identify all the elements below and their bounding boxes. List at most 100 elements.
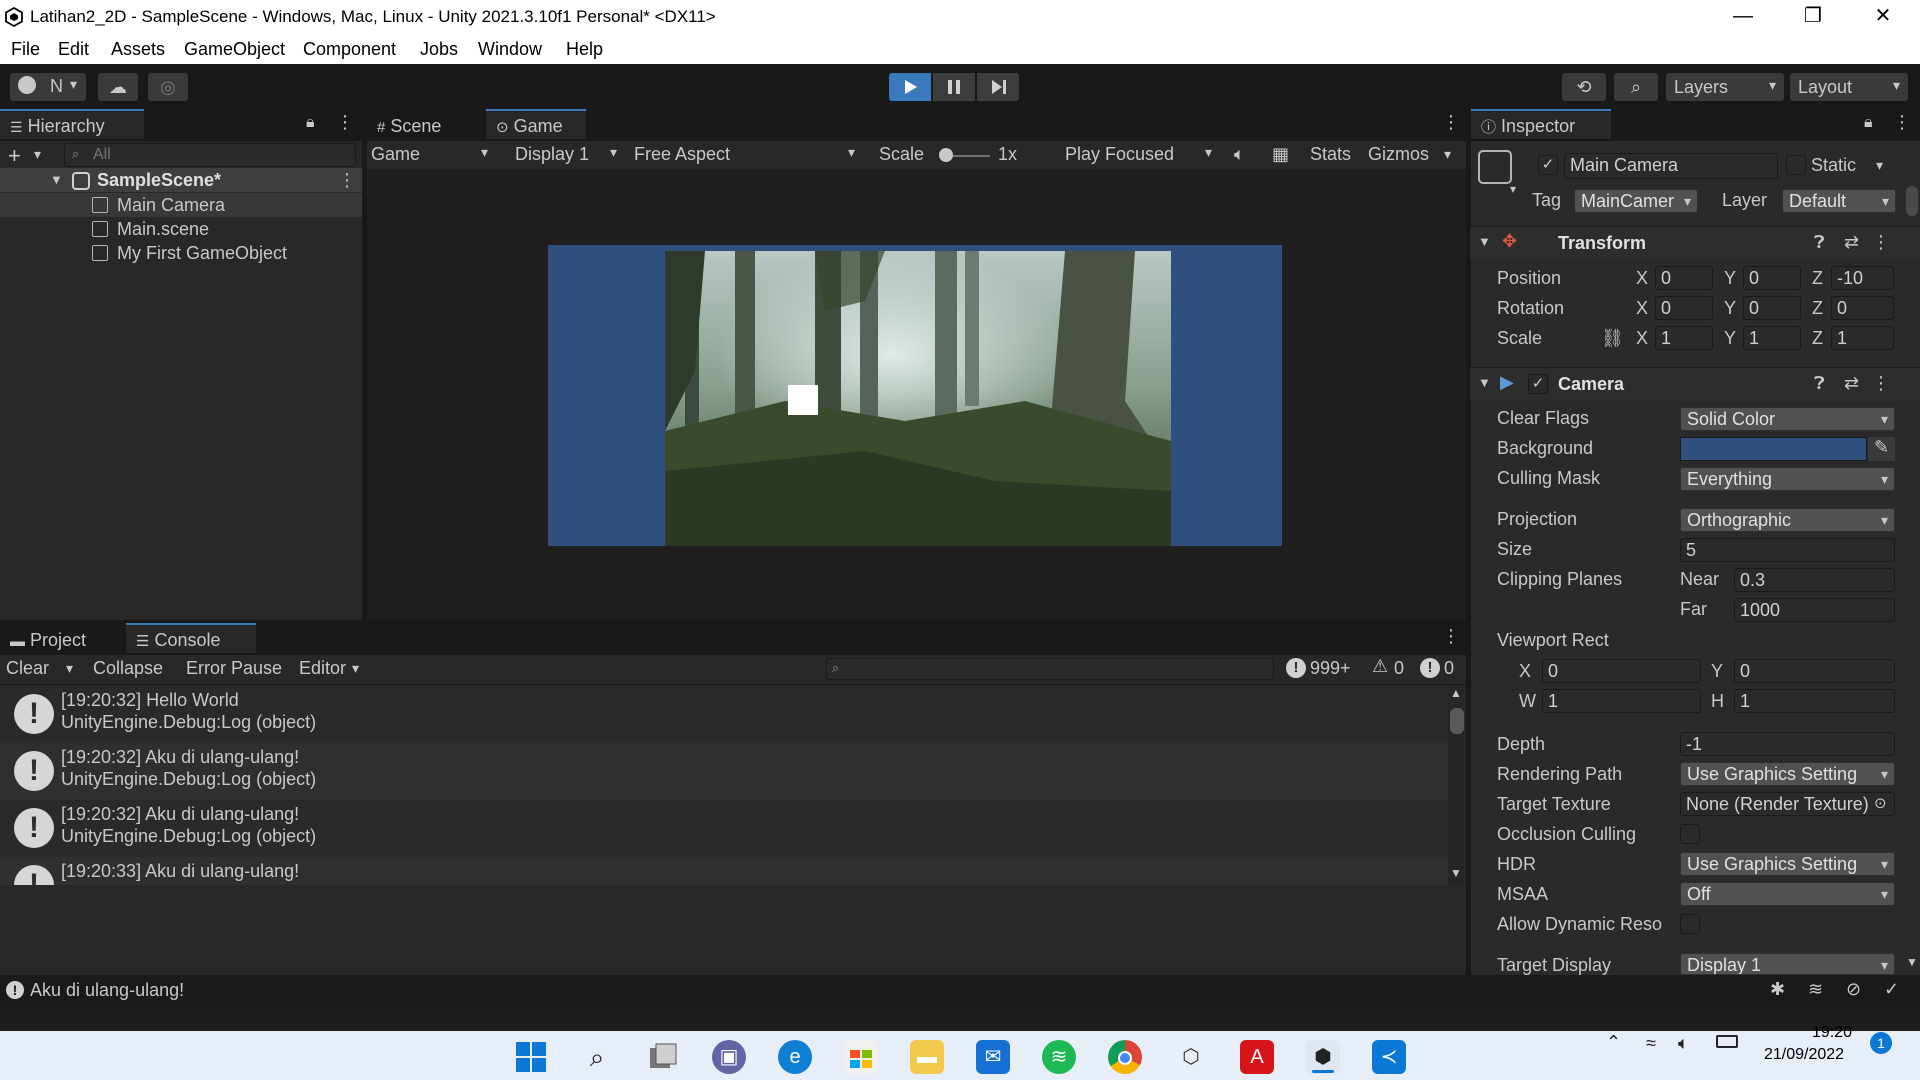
hierarchy-item[interactable]: Main.scene xyxy=(0,217,362,241)
maximize-button[interactable]: ❐ xyxy=(1778,0,1848,35)
object-name-input[interactable]: Main Camera xyxy=(1564,153,1778,179)
stats-button[interactable]: Stats xyxy=(1310,144,1351,165)
console-entry[interactable]: ! [19:20:32] Aku di ulang-ulang! UnityEn… xyxy=(0,743,1448,800)
position-z-field[interactable]: -10 xyxy=(1831,266,1894,290)
display-dropdown[interactable]: Display 1 ▾ xyxy=(515,144,625,165)
error-count[interactable]: 0 xyxy=(1444,658,1454,679)
tag-dropdown[interactable]: MainCamer xyxy=(1574,189,1698,213)
kebab-menu-icon[interactable]: ⋮ xyxy=(1872,373,1890,394)
layers-dropdown[interactable]: Layers ▾ xyxy=(1666,73,1784,101)
menu-gameobject[interactable]: GameObject xyxy=(184,39,285,60)
audio-icon[interactable]: 🔈︎ xyxy=(1234,144,1245,165)
chevron-up-icon[interactable]: ⌃ xyxy=(1606,1032,1621,1053)
wifi-icon[interactable]: ≈ xyxy=(1646,1033,1656,1054)
lock-icon[interactable]: 🔒︎ xyxy=(1864,114,1873,132)
menu-component[interactable]: Component xyxy=(303,39,396,60)
start-icon[interactable] xyxy=(514,1040,548,1074)
menu-edit[interactable]: Edit xyxy=(58,39,89,60)
layout-dropdown[interactable]: Layout ▾ xyxy=(1790,73,1908,101)
layer-dropdown[interactable]: Default xyxy=(1782,189,1896,213)
static-checkbox[interactable] xyxy=(1786,155,1806,175)
culling-mask-dropdown[interactable]: Everything xyxy=(1680,467,1895,491)
preset-icon[interactable]: ⇄ xyxy=(1844,373,1859,394)
hierarchy-item[interactable]: Main Camera xyxy=(0,193,362,217)
task-view-icon[interactable] xyxy=(646,1040,680,1074)
status-ok-icon[interactable]: ✓ xyxy=(1884,979,1899,1000)
rotation-x-field[interactable]: 0 xyxy=(1655,296,1713,320)
viewport-y-field[interactable]: 0 xyxy=(1734,659,1895,683)
tab-console[interactable]: ☰ Console xyxy=(126,623,256,653)
log-count[interactable]: 999+ xyxy=(1310,658,1351,679)
collapse-button[interactable]: Collapse xyxy=(93,658,163,679)
chevron-down-icon[interactable]: ▾ xyxy=(352,660,359,677)
history-button[interactable]: ⟲ xyxy=(1562,73,1606,101)
step-button[interactable] xyxy=(977,73,1019,101)
near-field[interactable]: 0.3 xyxy=(1734,568,1895,592)
transform-header[interactable]: ▼ ✥ Transform ❓︎ ⇄ ⋮ xyxy=(1470,226,1920,260)
scroll-up-icon[interactable]: ▲ xyxy=(1450,686,1462,700)
hierarchy-item[interactable]: My First GameObject xyxy=(0,241,362,265)
msaa-dropdown[interactable]: Off xyxy=(1680,882,1895,906)
chevron-down-icon[interactable]: ▾ xyxy=(1444,146,1451,163)
kebab-menu-icon[interactable]: ⋮ xyxy=(338,168,356,192)
projection-dropdown[interactable]: Orthographic xyxy=(1680,508,1895,532)
allow-dynamic-resolution-checkbox[interactable] xyxy=(1680,914,1700,934)
background-color-field[interactable] xyxy=(1680,437,1867,461)
chrome-icon[interactable] xyxy=(1108,1040,1142,1074)
hdr-dropdown[interactable]: Use Graphics Setting xyxy=(1680,852,1895,876)
scrollbar-thumb[interactable] xyxy=(1450,708,1464,734)
pause-button[interactable] xyxy=(933,73,975,101)
size-field[interactable]: 5 xyxy=(1680,538,1895,562)
tab-inspector[interactable]: ⓘ Inspector xyxy=(1471,109,1611,139)
position-y-field[interactable]: 0 xyxy=(1743,266,1801,290)
lock-icon[interactable]: 🔒︎ xyxy=(306,114,315,132)
gizmos-button[interactable]: Gizmos xyxy=(1368,144,1429,165)
play-mode-dropdown[interactable]: Play Focused ▾ xyxy=(1065,144,1217,165)
menu-assets[interactable]: Assets xyxy=(111,39,165,60)
help-icon[interactable]: ❓︎ xyxy=(1814,232,1825,253)
rotation-y-field[interactable]: 0 xyxy=(1743,296,1801,320)
tab-game[interactable]: ⊙ Game xyxy=(486,109,586,139)
play-button[interactable] xyxy=(889,73,931,101)
kebab-menu-icon[interactable]: ⋮ xyxy=(336,112,354,133)
file-explorer-icon[interactable]: ▬ xyxy=(910,1040,944,1074)
scale-slider-handle[interactable] xyxy=(939,148,953,162)
preset-icon[interactable]: ⇄ xyxy=(1844,232,1859,253)
collab-button[interactable]: ◎ xyxy=(148,73,188,101)
kebab-menu-icon[interactable]: ⋮ xyxy=(1442,112,1460,133)
scale-x-field[interactable]: 1 xyxy=(1655,326,1713,350)
menu-help[interactable]: Help xyxy=(566,39,603,60)
inspector-scrollbar-thumb[interactable] xyxy=(1906,186,1918,216)
clock-date[interactable]: 21/09/2022 xyxy=(1764,1046,1844,1064)
vscode-icon[interactable]: ≺ xyxy=(1372,1040,1406,1074)
target-display-dropdown[interactable]: Display 1 xyxy=(1680,953,1895,975)
occlusion-culling-checkbox[interactable] xyxy=(1680,824,1700,844)
unity-editor-icon[interactable]: ⬢ xyxy=(1306,1040,1340,1074)
editor-dropdown[interactable]: Editor xyxy=(299,658,346,679)
rendering-path-dropdown[interactable]: Use Graphics Setting xyxy=(1680,762,1895,786)
close-button[interactable]: ✕ xyxy=(1848,0,1918,35)
eyedropper-icon[interactable]: ✎ xyxy=(1868,437,1895,461)
viewport-w-field[interactable]: 1 xyxy=(1542,689,1701,713)
minimize-button[interactable]: — xyxy=(1708,0,1778,35)
scale-y-field[interactable]: 1 xyxy=(1743,326,1801,350)
position-x-field[interactable]: 0 xyxy=(1655,266,1713,290)
notification-badge[interactable]: 1 xyxy=(1870,1032,1892,1054)
account-dropdown[interactable]: N ▾ xyxy=(10,73,86,101)
hierarchy-search-input[interactable] xyxy=(64,143,356,167)
console-search-input[interactable] xyxy=(826,658,1274,680)
cloud-button[interactable]: ☁ xyxy=(98,73,138,101)
menu-jobs[interactable]: Jobs xyxy=(420,39,458,60)
scale-z-field[interactable]: 1 xyxy=(1831,326,1894,350)
tab-project[interactable]: ▬ Project xyxy=(0,623,124,653)
chevron-down-icon[interactable]: ▾ xyxy=(34,146,41,163)
viewport-x-field[interactable]: 0 xyxy=(1542,659,1701,683)
search-button[interactable]: ⌕ xyxy=(1614,73,1658,101)
scene-row[interactable]: ▼ SampleScene* ⋮ xyxy=(0,168,362,192)
volume-icon[interactable]: 🔈︎ xyxy=(1678,1033,1689,1054)
scroll-down-icon[interactable]: ▼ xyxy=(1450,866,1462,880)
tab-scene[interactable]: # Scene xyxy=(367,109,484,139)
target-texture-field[interactable]: None (Render Texture) xyxy=(1680,792,1895,816)
store-icon[interactable] xyxy=(844,1040,878,1074)
clear-button[interactable]: Clear xyxy=(6,658,49,679)
